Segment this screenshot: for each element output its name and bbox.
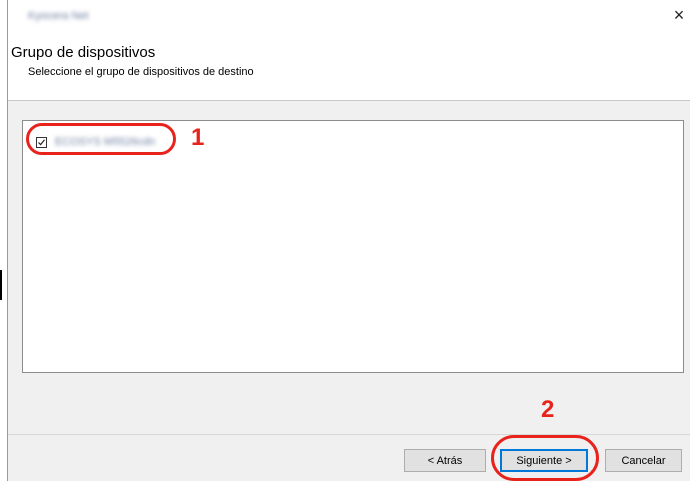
back-button[interactable]: < Atrás <box>404 449 486 472</box>
window-title: Kyocera Net <box>28 10 89 22</box>
wizard-header: Grupo de dispositivos Seleccione el grup… <box>8 30 690 101</box>
callout-highlight-1 <box>26 123 176 155</box>
page-subtitle: Seleccione el grupo de dispositivos de d… <box>28 66 254 78</box>
close-button[interactable]: × <box>668 0 690 30</box>
callout-number-1: 1 <box>191 124 205 151</box>
device-group-list[interactable]: ECOSYS M5526cdn <box>22 120 684 373</box>
cancel-button[interactable]: Cancelar <box>605 449 682 472</box>
button-separator <box>8 434 690 435</box>
desktop-edge <box>0 270 2 300</box>
wizard-dialog: Kyocera Net × Grupo de dispositivos Sele… <box>7 0 690 481</box>
page-title: Grupo de dispositivos <box>11 44 156 61</box>
title-bar: Kyocera Net × <box>8 0 690 30</box>
callout-number-2: 2 <box>541 396 555 423</box>
callout-highlight-2 <box>491 435 599 481</box>
